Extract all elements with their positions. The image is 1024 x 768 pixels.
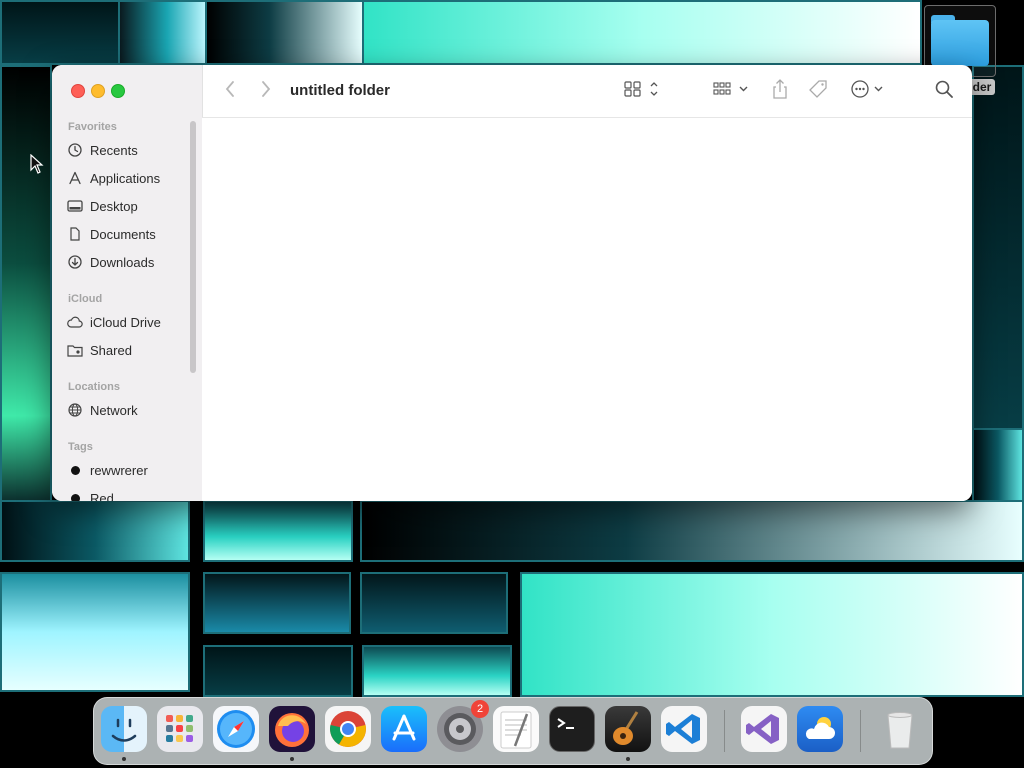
clock-icon xyxy=(66,141,84,159)
sidebar-item-label: Network xyxy=(90,402,138,418)
dock-terminal-icon[interactable] xyxy=(549,706,595,752)
forward-button[interactable] xyxy=(256,79,276,103)
tag-dot-icon xyxy=(66,489,84,501)
chevron-right-icon xyxy=(261,80,271,102)
finder-window: Favorites Recents Applications Desktop D… xyxy=(52,65,972,501)
icloud-header: iCloud xyxy=(68,293,103,305)
dock-launchpad-icon[interactable] xyxy=(157,706,203,752)
favorites-header: Favorites xyxy=(68,121,117,133)
ellipsis-circle-icon xyxy=(850,79,886,104)
chevron-left-icon xyxy=(225,80,235,102)
desktop-icon xyxy=(66,197,84,215)
tag-icon xyxy=(808,79,828,104)
more-actions-button[interactable] xyxy=(848,79,888,103)
sidebar-scrollbar[interactable] xyxy=(190,121,196,373)
sidebar-item-label: Documents xyxy=(90,226,156,242)
sidebar-item-desktop[interactable]: Desktop xyxy=(66,195,186,217)
sidebar-item-tag-rewwrerer[interactable]: rewwrerer xyxy=(66,459,186,481)
locations-header: Locations xyxy=(68,381,120,393)
dock-vscode-icon[interactable] xyxy=(661,706,707,752)
dock-chrome-icon[interactable] xyxy=(325,706,371,752)
dock-separator xyxy=(724,710,725,752)
running-indicator xyxy=(122,757,126,761)
dock-garageband-icon[interactable] xyxy=(605,706,651,752)
folder-content-area[interactable] xyxy=(202,118,972,501)
sidebar-item-label: rewwrerer xyxy=(90,462,148,478)
view-mode-button[interactable] xyxy=(622,79,662,103)
group-by-icon xyxy=(712,80,752,103)
sidebar-item-label: Recents xyxy=(90,142,138,158)
minimize-window-button[interactable] xyxy=(91,84,105,98)
cloud-icon xyxy=(66,313,84,331)
dock-weather-icon[interactable] xyxy=(797,706,843,752)
grid-view-icon xyxy=(623,80,661,103)
sidebar-item-tag-red[interactable]: Red xyxy=(66,487,186,501)
sidebar-item-documents[interactable]: Documents xyxy=(66,223,186,245)
running-indicator xyxy=(626,757,630,761)
sidebar-item-icloud-drive[interactable]: iCloud Drive xyxy=(66,311,186,333)
dock-safari-icon[interactable] xyxy=(213,706,259,752)
zoom-window-button[interactable] xyxy=(111,84,125,98)
dock-finder-icon[interactable] xyxy=(101,706,147,752)
tag-dot-icon xyxy=(66,461,84,479)
sidebar-item-applications[interactable]: Applications xyxy=(66,167,186,189)
dock: 2 xyxy=(93,697,933,765)
sidebar-item-label: Downloads xyxy=(90,254,155,270)
back-button[interactable] xyxy=(220,79,240,103)
search-button[interactable] xyxy=(932,79,956,103)
dock-textedit-icon[interactable] xyxy=(493,706,539,752)
sidebar-item-network[interactable]: Network xyxy=(66,399,186,421)
sidebar-item-label: Shared xyxy=(90,342,132,358)
tags-header: Tags xyxy=(68,441,93,453)
globe-icon xyxy=(66,401,84,419)
sidebar-item-recents[interactable]: Recents xyxy=(66,139,186,161)
sidebar-item-shared[interactable]: Shared xyxy=(66,339,186,361)
sidebar-item-label: Red xyxy=(90,490,114,502)
group-by-button[interactable] xyxy=(712,79,752,103)
sidebar-item-label: Desktop xyxy=(90,198,138,214)
dock-trash-icon[interactable] xyxy=(877,706,923,752)
download-icon xyxy=(66,253,84,271)
shared-folder-icon xyxy=(66,341,84,359)
sidebar: Favorites Recents Applications Desktop D… xyxy=(52,65,203,501)
close-window-button[interactable] xyxy=(71,84,85,98)
dock-system-settings-icon[interactable]: 2 xyxy=(437,700,489,752)
tag-button[interactable] xyxy=(806,79,830,103)
dock-firefox-icon[interactable] xyxy=(269,706,315,752)
window-title: untitled folder xyxy=(290,82,390,99)
sidebar-item-label: iCloud Drive xyxy=(90,314,161,330)
running-indicator xyxy=(290,757,294,761)
search-icon xyxy=(935,80,953,103)
notification-badge: 2 xyxy=(471,700,489,718)
sidebar-item-downloads[interactable]: Downloads xyxy=(66,251,186,273)
mouse-cursor-icon xyxy=(30,153,44,179)
share-button[interactable] xyxy=(768,78,792,104)
sidebar-item-label: Applications xyxy=(90,170,161,186)
dock-visual-studio-icon[interactable] xyxy=(741,706,787,752)
applications-icon xyxy=(66,169,84,187)
share-icon xyxy=(771,78,789,104)
dock-separator xyxy=(860,710,861,752)
dock-app-store-icon[interactable] xyxy=(381,706,427,752)
document-icon xyxy=(66,225,84,243)
toolbar: untitled folder xyxy=(202,65,972,118)
